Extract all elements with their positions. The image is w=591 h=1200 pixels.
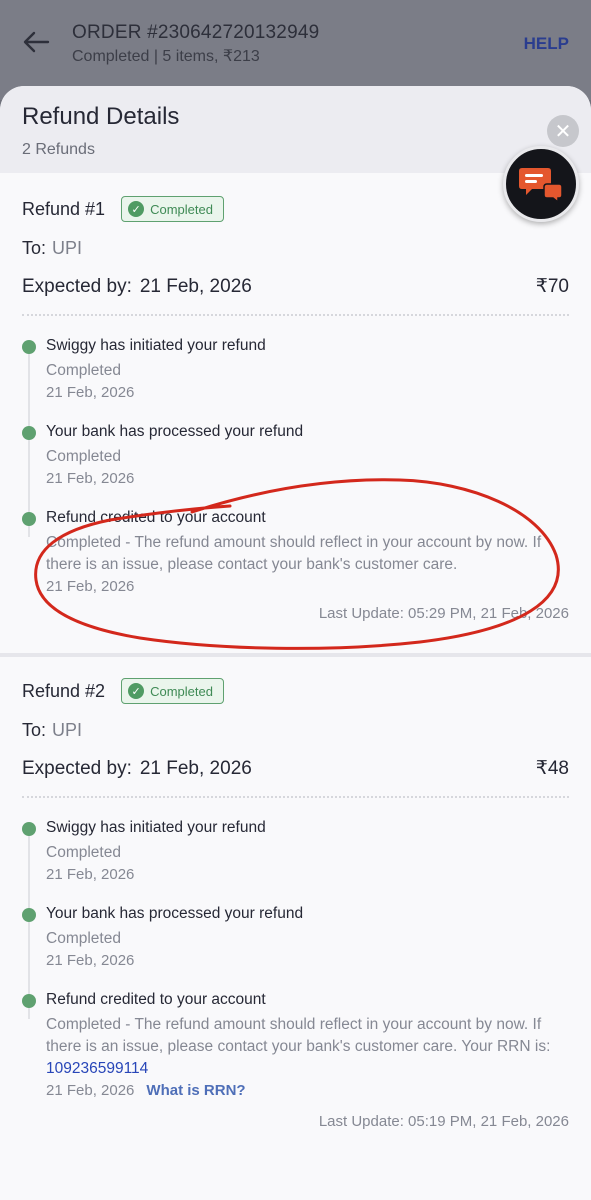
what-is-rrn-link[interactable]: What is RRN?: [146, 1082, 245, 1099]
refund-destination: To: UPI: [22, 720, 569, 741]
expected-date: 21 Feb, 2026: [139, 757, 252, 779]
expected-label: Expected by:: [22, 757, 132, 779]
timeline-step: Refund credited to your account Complete…: [22, 991, 569, 1099]
last-update: Last Update: 05:29 PM, 21 Feb, 2026: [318, 605, 569, 622]
timeline-step: Swiggy has initiated your refund Complet…: [22, 337, 569, 401]
order-header: ORDER #230642720132949 Completed | 5 ite…: [0, 0, 591, 100]
step-status: Completed: [46, 844, 121, 861]
step-status: Completed: [46, 448, 121, 465]
expected-by: Expected by: 21 Feb, 2026: [22, 758, 252, 780]
step-title: Swiggy has initiated your refund: [46, 337, 266, 354]
to-label: To:: [22, 720, 47, 740]
to-label: To:: [22, 238, 47, 258]
timeline-step: Your bank has processed your refund Comp…: [22, 905, 569, 969]
step-title: Your bank has processed your refund: [46, 423, 304, 440]
close-icon: ✕: [554, 120, 572, 143]
step-date: 21 Feb, 2026: [46, 1082, 135, 1099]
chat-support-icon: [519, 168, 563, 204]
step-status-text: Completed - The refund amount should ref…: [46, 1016, 551, 1055]
step-status: Completed - The refund amount should ref…: [46, 1014, 569, 1080]
step-status: Completed - The refund amount should ref…: [46, 534, 542, 573]
step-status: Completed: [46, 930, 121, 947]
refund-card: Refund #1 ✓ Completed To: UPI Expected by…: [0, 173, 591, 622]
refund-amount: ₹70: [535, 276, 569, 297]
status-dot: [22, 426, 36, 440]
divider: [22, 796, 569, 798]
expected-row: Expected by: 21 Feb, 2026 ₹70: [22, 275, 569, 298]
status-dot: [22, 512, 36, 526]
order-subtitle: Completed | 5 items, ₹213: [72, 48, 260, 65]
step-status: Completed: [46, 362, 121, 379]
expected-date: 21 Feb, 2026: [139, 275, 252, 297]
expected-label: Expected by:: [22, 275, 132, 297]
status-dot: [22, 822, 36, 836]
refund-destination: To: UPI: [22, 238, 569, 259]
to-value: UPI: [52, 720, 83, 740]
status-badge-label: Completed: [150, 683, 213, 699]
check-circle-icon: ✓: [128, 683, 145, 699]
step-title: Refund credited to your account: [46, 509, 266, 526]
status-badge-label: Completed: [150, 201, 213, 217]
check-circle-icon: ✓: [128, 201, 145, 217]
refund-header: Refund #1 ✓ Completed: [22, 195, 569, 223]
refund-timeline: Swiggy has initiated your refund Complet…: [22, 819, 569, 1099]
rrn-number: 109236599114: [46, 1060, 149, 1077]
step-date: 21 Feb, 2026: [46, 952, 135, 969]
refund-name: Refund #2: [22, 680, 106, 701]
step-title: Refund credited to your account: [46, 991, 266, 1008]
timeline-step: Refund credited to your account Complete…: [22, 509, 569, 595]
refund-timeline: Swiggy has initiated your refund Complet…: [22, 337, 569, 595]
help-button[interactable]: HELP: [524, 34, 569, 54]
refund-card: Refund #2 ✓ Completed To: UPI Expected by…: [0, 657, 591, 1130]
status-badge: ✓ Completed: [121, 196, 224, 222]
refund-header: Refund #2 ✓ Completed: [22, 677, 569, 705]
timeline-step: Your bank has processed your refund Comp…: [22, 423, 569, 487]
close-button[interactable]: ✕: [547, 115, 579, 147]
status-badge: ✓ Completed: [121, 678, 224, 704]
chat-support-button[interactable]: [503, 146, 579, 222]
refund-name: Refund #1: [22, 198, 106, 219]
step-date-row: 21 Feb, 2026 What is RRN?: [46, 1082, 569, 1099]
status-dot: [22, 908, 36, 922]
expected-by: Expected by: 21 Feb, 2026: [22, 276, 252, 298]
to-value: UPI: [52, 238, 83, 258]
step-date: 21 Feb, 2026: [46, 470, 135, 487]
step-title: Swiggy has initiated your refund: [46, 819, 266, 836]
timeline-step: Swiggy has initiated your refund Complet…: [22, 819, 569, 883]
back-arrow-icon[interactable]: [22, 30, 50, 54]
expected-row: Expected by: 21 Feb, 2026 ₹48: [22, 757, 569, 780]
sheet-title: Refund Details: [22, 103, 180, 130]
step-date: 21 Feb, 2026: [46, 578, 135, 595]
last-update: Last Update: 05:19 PM, 21 Feb, 2026: [318, 1113, 569, 1130]
refund-count: 2 Refunds: [22, 141, 95, 158]
step-date: 21 Feb, 2026: [46, 384, 135, 401]
refund-amount: ₹48: [535, 758, 569, 779]
sheet-header: Refund Details 2 Refunds: [0, 86, 591, 173]
step-title: Your bank has processed your refund: [46, 905, 304, 922]
status-dot: [22, 340, 36, 354]
step-date: 21 Feb, 2026: [46, 866, 135, 883]
divider: [22, 314, 569, 316]
status-dot: [22, 994, 36, 1008]
order-title: ORDER #230642720132949: [72, 22, 320, 43]
refund-details-sheet: Refund Details 2 Refunds ✕ Refund #1 ✓ C…: [0, 86, 591, 1200]
